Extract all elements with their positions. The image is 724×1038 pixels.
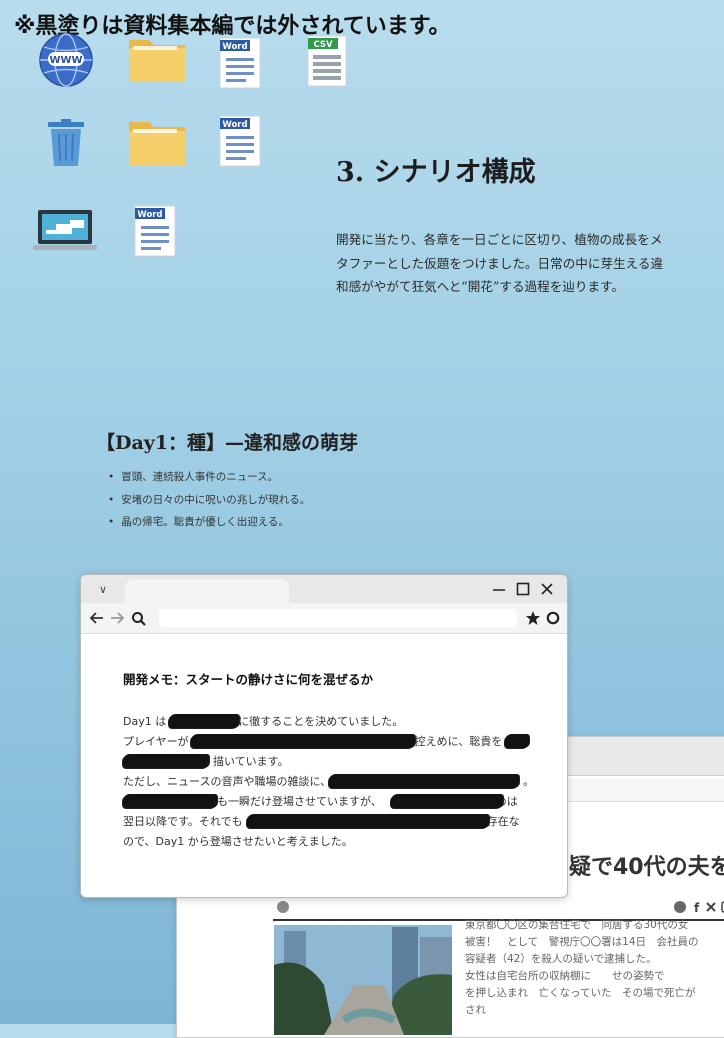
list-item: 冒頭、連続殺人事件のニュース。 (108, 466, 310, 489)
redaction-bar (191, 734, 415, 748)
memo-text: に徹することを決めていました。 (238, 715, 404, 728)
browser-toolbar (81, 603, 567, 634)
minimize-icon[interactable] (491, 581, 507, 597)
browser-window[interactable]: ∨ 開発メモ：スタートの静けさに何を混ぜるか Day1 は に徹することを決めてい… (80, 574, 568, 898)
x-social-icon (706, 902, 716, 912)
memo-text: プレイヤーが (123, 735, 189, 748)
redaction-bar (391, 794, 503, 808)
news-logo-icon (277, 901, 289, 913)
bookmark-star-icon[interactable] (525, 610, 541, 626)
search-icon[interactable] (131, 611, 147, 627)
news-headline: 疑で40代の夫を逮 (569, 855, 724, 880)
address-bar-input[interactable] (159, 609, 517, 627)
word-icon-label: Word (222, 42, 247, 52)
day1-heading: 【Day1：種】—違和感の萌芽 (96, 432, 359, 454)
redaction-bar (329, 774, 519, 788)
folder-icon[interactable] (127, 116, 187, 172)
day1-bullet-list: 冒頭、連続殺人事件のニュース。 安堵の日々の中に呪いの兆しが現れる。 晶の帰宅。… (108, 466, 310, 534)
news-body-text: 東京都〇〇区の集合住宅で 同居する30代の女 被害！ として 警視庁〇〇署は14… (465, 919, 699, 1016)
list-item: 安堵の日々の中に呪いの兆しが現れる。 (108, 489, 310, 512)
csv-file-icon[interactable]: CSV (306, 34, 348, 92)
word-icon-label: Word (137, 210, 162, 220)
list-item: 晶の帰宅。聡貴が優しく出迎える。 (108, 511, 310, 534)
section-title: 3. シナリオ構成 (336, 157, 536, 188)
folder-icon[interactable] (127, 34, 187, 88)
forward-arrow-icon[interactable] (109, 611, 125, 625)
browser-tab[interactable] (125, 579, 289, 603)
memo-line: ので、Day1 から登場させたいと考えました。 (123, 833, 353, 849)
word-document-icon[interactable]: Word (218, 114, 262, 172)
memo-text: 翌日以降です。それでも (123, 815, 243, 828)
memo-text: ので、Day1 から登場させたいと考えました。 (123, 835, 353, 848)
memo-text: ただし、ニュースの音声や職場の雑談に、 (123, 775, 332, 788)
tab-list-icon[interactable]: ∨ (99, 583, 107, 596)
redaction-bar (505, 734, 529, 748)
browser-tabbar: ∨ (81, 575, 567, 603)
redaction-bar (123, 794, 217, 808)
csv-icon-label: CSV (313, 40, 333, 50)
news-photo (274, 925, 452, 1035)
facebook-icon: f (694, 901, 700, 915)
section-description: 開発に当たり、各章を一日ごとに区切り、植物の成長をメタファーとした仮題をつけまし… (336, 232, 664, 294)
redaction-bar (247, 814, 489, 828)
close-icon[interactable] (539, 581, 555, 597)
memo-text: 存在な (486, 815, 520, 828)
globe-icon[interactable]: WWW (38, 32, 94, 92)
laptop-icon[interactable] (32, 208, 98, 258)
profile-icon[interactable] (545, 610, 561, 626)
memo-text: Day1 は (123, 715, 167, 728)
memo-line: Day1 は に徹することを決めていました。 (123, 713, 403, 729)
memo-text: 描いています。 (213, 755, 289, 768)
redaction-bar (123, 754, 209, 768)
trash-icon[interactable] (46, 118, 86, 172)
memo-text: 控えめに、聡貴を (414, 735, 503, 748)
memo-text: も一瞬だけ登場させていますが、 (217, 795, 382, 808)
memo-text: 。 (523, 775, 535, 788)
word-icon-label: Word (222, 120, 247, 130)
redaction-bar (169, 714, 239, 728)
word-document-icon[interactable]: Word (218, 36, 262, 94)
back-arrow-icon[interactable] (89, 611, 105, 625)
news-address-bar[interactable] (557, 779, 724, 802)
share-icon (674, 901, 686, 913)
word-document-icon[interactable]: Word (133, 204, 177, 262)
globe-icon-label: WWW (49, 55, 82, 66)
memo-title: 開発メモ：スタートの静けさに何を混ぜるか (123, 672, 374, 687)
maximize-icon[interactable] (515, 581, 531, 597)
